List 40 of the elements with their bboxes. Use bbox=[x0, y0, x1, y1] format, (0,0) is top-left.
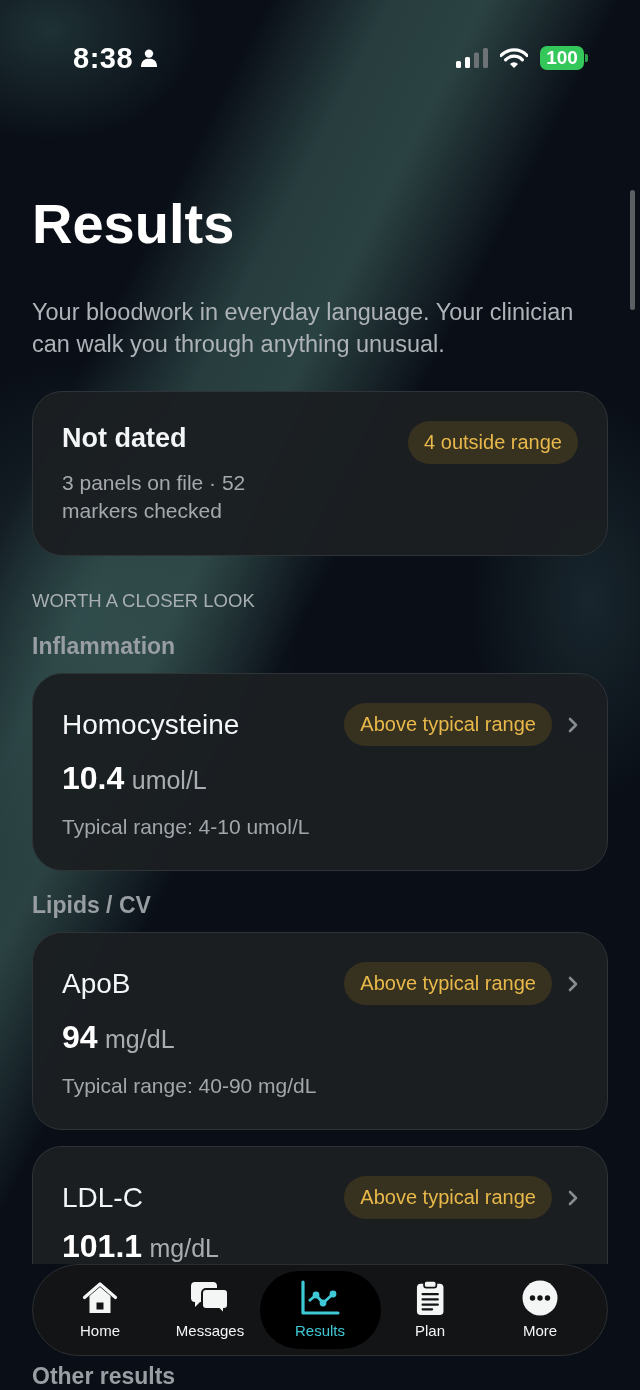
page-subtitle: Your bloodwork in everyday language. Your clinician can walk you through anything unusual. bbox=[32, 298, 575, 359]
result-value: 94 mg/dL bbox=[62, 1020, 176, 1054]
result-card[interactable]: Homocysteine Above typical range 10.4 umol/L Typical range: 4-10 umol/L bbox=[32, 673, 608, 871]
summary-title: Not dated bbox=[62, 422, 188, 455]
chevron-right-icon bbox=[568, 975, 578, 992]
home-icon bbox=[82, 1280, 118, 1316]
section-label: WORTH A CLOSER LOOK bbox=[32, 589, 256, 613]
tab-item[interactable]: Results bbox=[259, 1271, 381, 1349]
chevron-right-icon bbox=[568, 716, 578, 733]
tab-item[interactable]: Messages bbox=[162, 1271, 258, 1349]
result-name: Homocysteine bbox=[62, 707, 240, 742]
line-chart-icon bbox=[300, 1280, 340, 1316]
result-card[interactable]: LDL-C Above typical range 101.1 mg/dL bbox=[32, 1146, 608, 1264]
wifi-icon bbox=[500, 48, 528, 68]
status-badge: 4 outside range bbox=[408, 421, 578, 464]
section-heading: Other results bbox=[32, 1364, 177, 1388]
chevron-right-icon bbox=[568, 1189, 578, 1206]
result-name: LDL-C bbox=[62, 1180, 143, 1215]
battery-indicator: 100 bbox=[540, 46, 588, 70]
result-value: 101.1 mg/dL bbox=[62, 1231, 220, 1261]
typical-range: Typical range: 4-10 umol/L bbox=[62, 814, 311, 840]
group-title: Inflammation bbox=[32, 632, 177, 660]
summary-details: 3 panels on file · 52 markers checked bbox=[62, 470, 247, 524]
clipboard-icon bbox=[415, 1280, 445, 1316]
status-badge: Above typical range bbox=[344, 962, 552, 1005]
status-badge: Above typical range bbox=[344, 703, 552, 746]
tab-item[interactable]: Home bbox=[52, 1271, 148, 1349]
signal-bars-icon bbox=[456, 48, 488, 68]
result-name: ApoB bbox=[62, 966, 131, 1001]
more-icon bbox=[522, 1280, 558, 1316]
person-icon bbox=[141, 49, 158, 67]
page-title: Results bbox=[32, 192, 236, 256]
group-title: Lipids / CV bbox=[32, 891, 152, 919]
status-badge: Above typical range bbox=[344, 1176, 552, 1219]
tab-item[interactable]: More bbox=[492, 1271, 588, 1349]
result-card[interactable]: ApoB Above typical range 94 mg/dL Typical range: 40-90 mg/dL bbox=[32, 932, 608, 1130]
result-value: 10.4 umol/L bbox=[62, 761, 208, 795]
status-time: 8:38 bbox=[73, 41, 134, 75]
tab-item[interactable]: Plan bbox=[382, 1271, 478, 1349]
typical-range: Typical range: 40-90 mg/dL bbox=[62, 1073, 318, 1099]
